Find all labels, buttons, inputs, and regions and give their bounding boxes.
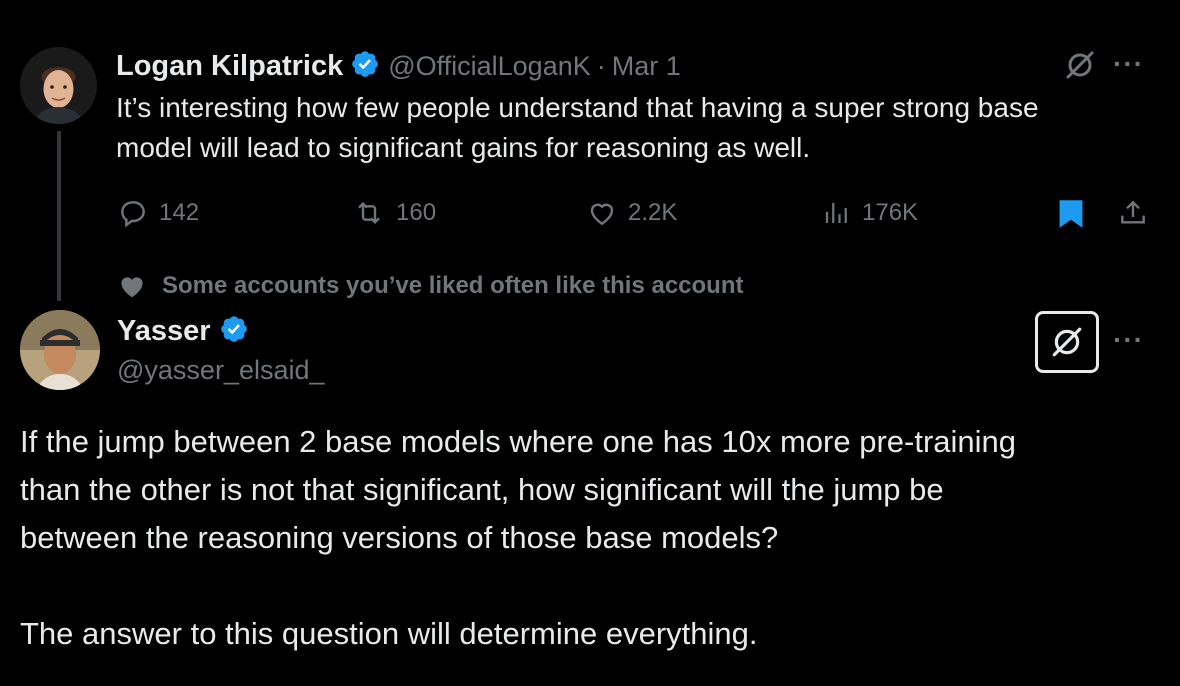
repost-count: 160 (396, 199, 437, 226)
reply-count: 142 (159, 199, 200, 226)
grok-icon[interactable] (1064, 49, 1096, 86)
grok-button[interactable] (1035, 311, 1099, 373)
reply-button[interactable]: 142 (117, 196, 199, 230)
reply-text-line: than the other is not that significant, … (20, 472, 944, 507)
separator-dot: · (596, 50, 606, 81)
tweet-text: It’s interesting how few people understa… (116, 88, 1156, 168)
thread-line (57, 131, 61, 301)
author-handle[interactable]: @OfficialLoganK (388, 51, 591, 82)
repost-button[interactable]: 160 (352, 196, 436, 230)
like-button[interactable]: 2.2K (586, 196, 677, 230)
reply-text-line: between the reasoning versions of those … (20, 520, 779, 555)
grok-icon (1052, 327, 1082, 357)
reply-text: If the jump between 2 base models where … (20, 418, 1170, 658)
verified-badge-icon (219, 314, 249, 349)
tweet-date[interactable]: Mar 1 (612, 51, 681, 82)
reply-header: Yasser (117, 311, 249, 351)
social-context: Some accounts you’ve liked often like th… (117, 271, 743, 301)
avatar-logan[interactable] (20, 47, 97, 124)
like-count: 2.2K (628, 199, 678, 226)
reply-text-line: If the jump between 2 base models where … (20, 424, 1017, 459)
views-icon (825, 203, 847, 223)
reply-author-handle[interactable]: @yasser_elsaid_ (117, 355, 325, 386)
tweet-text-line: It’s interesting how few people understa… (116, 92, 1039, 123)
reply-author-name[interactable]: Yasser (117, 315, 211, 348)
more-options-icon[interactable]: ··· (1113, 48, 1144, 80)
views-button[interactable]: 176K (822, 196, 918, 230)
tweet-text-line: model will lead to significant gains for… (116, 132, 811, 163)
heart-icon (590, 203, 614, 226)
heart-filled-icon (121, 277, 143, 298)
reply-text-line: The answer to this question will determi… (20, 616, 758, 651)
more-options-icon[interactable]: ··· (1113, 324, 1144, 356)
social-context-text: Some accounts you’ve liked often like th… (162, 272, 744, 299)
repost-icon (358, 201, 380, 225)
tweet-header: Logan Kilpatrick @OfficialLoganK · Mar 1 (116, 46, 681, 86)
avatar-yasser[interactable] (20, 310, 100, 390)
views-count: 176K (862, 199, 919, 226)
author-name[interactable]: Logan Kilpatrick (116, 50, 343, 83)
share-icon[interactable] (1117, 197, 1149, 234)
reply-icon (121, 201, 145, 228)
bookmark-icon[interactable] (1057, 198, 1085, 235)
verified-badge-icon (350, 49, 380, 84)
